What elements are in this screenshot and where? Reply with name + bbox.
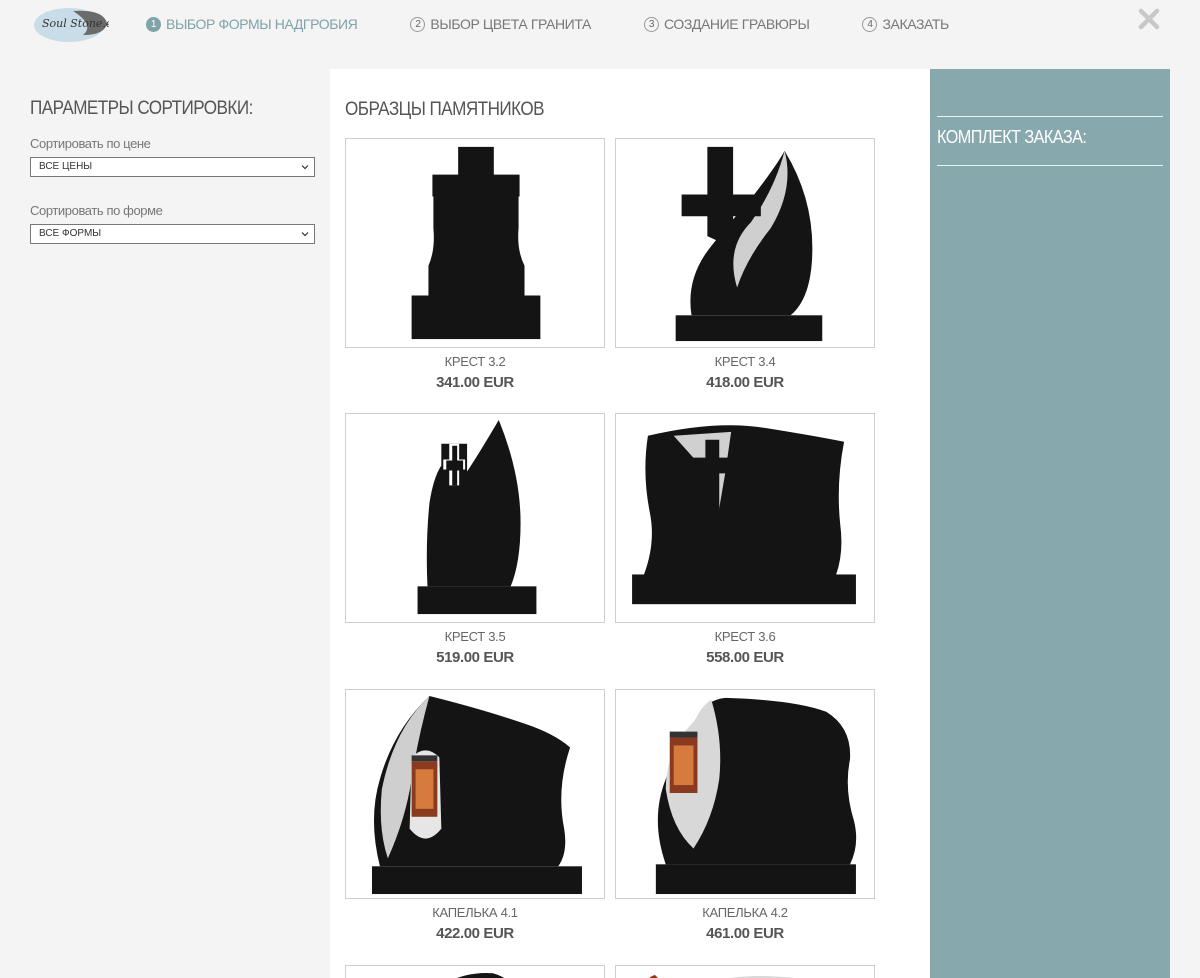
drop-monument-image [371,695,582,895]
monument-card[interactable]: КРЕСТ 3.4 418.00 EUR [615,138,875,391]
close-icon [1138,8,1160,30]
cross-monument-image [632,425,856,605]
shape-select[interactable]: ВСЕ ФОРМЫ [30,224,315,244]
monument-name: КАПЕЛЬКА 4.1 [432,905,518,920]
step-number: 4 [862,16,878,32]
monument-card[interactable]: КАПЕЛЬКА 4.1 422.00 EUR [345,689,605,942]
chevron-down-icon [301,165,309,170]
close-button[interactable] [1136,6,1162,32]
step-label: ВЫБОР ЦВЕТА ГРАНИТА [430,16,591,32]
monument-price: 558.00 EUR [706,649,784,666]
catalog-title: ОБРАЗЦЫ ПАМЯТНИКОВ [345,99,545,120]
svg-text:Soul Stone.eu: Soul Stone.eu [42,17,109,30]
monument-image-partial [457,972,505,978]
step-label: СОЗДАНИЕ ГРАВЮРЫ [663,16,810,32]
step-order[interactable]: 4 ЗАКАЗАТЬ [862,16,949,32]
monument-image-partial [649,975,794,978]
sort-title: ПАРАМЕТРЫ СОРТИРОВКИ: [30,98,253,119]
monument-price: 461.00 EUR [706,925,784,942]
monument-name: КРЕСТ 3.4 [714,354,776,369]
monument-price: 519.00 EUR [436,649,514,666]
monument-name: КАПЕЛЬКА 4.2 [702,905,788,920]
shape-filter-label: Сортировать по форме [30,203,163,218]
price-filter-label: Сортировать по цене [30,136,151,151]
monument-image[interactable] [345,965,605,978]
step-number: 3 [643,16,659,32]
monument-card[interactable] [345,965,605,978]
monument-name: КРЕСТ 3.5 [444,629,506,644]
step-navigation: 1 ВЫБОР ФОРМЫ НАДГРОБИЯ 2 ВЫБОР ЦВЕТА ГР… [146,16,949,32]
price-select[interactable]: ВСЕ ЦЕНЫ [30,157,315,177]
monument-card[interactable]: КРЕСТ 3.2 341.00 EUR [345,138,605,391]
monument-image[interactable] [345,138,605,348]
monument-card[interactable]: КАПЕЛЬКА 4.2 461.00 EUR [615,689,875,942]
monument-price: 341.00 EUR [436,374,514,391]
step-shape[interactable]: 1 ВЫБОР ФОРМЫ НАДГРОБИЯ [146,16,358,32]
monument-card[interactable]: КРЕСТ 3.5 519.00 EUR [345,413,605,666]
price-select-value: ВСЕ ЦЕНЫ [39,161,93,172]
divider [937,165,1163,166]
divider [937,116,1163,117]
cross-monument-image [675,146,823,342]
monument-image[interactable] [345,413,605,623]
monument-card[interactable] [615,965,875,978]
drop-monument-image [655,697,857,895]
monument-card[interactable]: КРЕСТ 3.6 558.00 EUR [615,413,875,666]
step-number: 1 [146,16,161,32]
order-panel: КОМПЛЕКТ ЗАКАЗА: [930,69,1170,978]
step-label: ЗАКАЗАТЬ [882,16,949,32]
cross-monument-image [417,419,537,615]
cross-monument-image [411,146,541,340]
monument-price: 418.00 EUR [706,374,784,391]
monument-price: 422.00 EUR [436,925,514,942]
step-number: 2 [410,16,426,32]
step-color[interactable]: 2 ВЫБОР ЦВЕТА ГРАНИТА [410,16,591,32]
step-engraving[interactable]: 3 СОЗДАНИЕ ГРАВЮРЫ [643,16,810,32]
shape-select-value: ВСЕ ФОРМЫ [39,228,102,239]
chevron-down-icon [301,232,309,237]
header: Soul Stone.eu 1 ВЫБОР ФОРМЫ НАДГРОБИЯ 2 … [0,0,1200,60]
monument-name: КРЕСТ 3.2 [444,354,506,369]
monument-image[interactable] [615,413,875,623]
monument-image[interactable] [615,138,875,348]
monument-name: КРЕСТ 3.6 [714,629,776,644]
logo-image: Soul Stone.eu [34,8,120,42]
order-title: КОМПЛЕКТ ЗАКАЗА: [937,127,1087,147]
price-filter: Сортировать по цене ВСЕ ЦЕНЫ [30,136,315,177]
catalog-panel: ОБРАЗЦЫ ПАМЯТНИКОВ КРЕСТ 3.2 341.00 EUR [330,69,930,978]
shape-filter: Сортировать по форме ВСЕ ФОРМЫ [30,203,315,244]
monument-image[interactable] [345,689,605,899]
monument-image[interactable] [615,689,875,899]
logo[interactable]: Soul Stone.eu [33,5,120,43]
sort-panel: ПАРАМЕТРЫ СОРТИРОВКИ: Сортировать по цен… [30,98,315,270]
monument-image[interactable] [615,965,875,978]
step-label: ВЫБОР ФОРМЫ НАДГРОБИЯ [166,16,358,32]
